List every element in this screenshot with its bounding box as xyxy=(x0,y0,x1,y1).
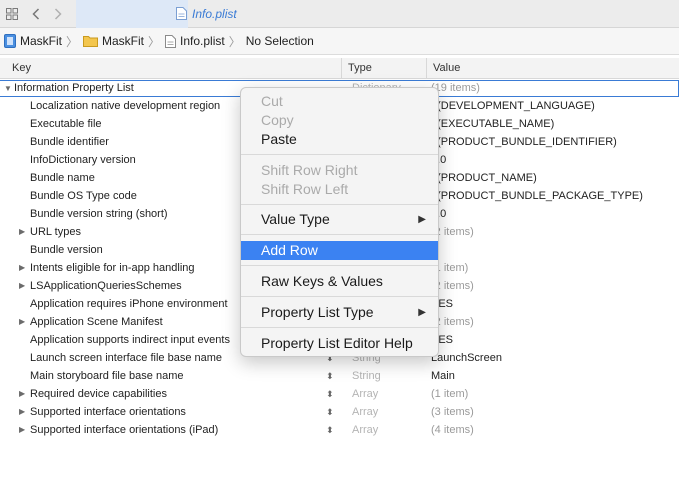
row-key: Supported interface orientations (iPad) xyxy=(30,424,219,436)
chevron-right-icon: 〉 xyxy=(228,34,241,49)
forward-icon[interactable] xyxy=(50,0,66,28)
row-value: $(PRODUCT_BUNDLE_IDENTIFIER) xyxy=(431,136,617,148)
row-key: Main storyboard file base name xyxy=(30,370,184,382)
breadcrumb-label: No Selection xyxy=(245,34,314,48)
table-row[interactable]: ▶ Supported interface orientations ⬍ Arr… xyxy=(0,403,679,421)
menu-separator xyxy=(241,234,438,235)
row-type: Array xyxy=(352,406,379,418)
type-stepper-icon[interactable]: ⬍ xyxy=(326,403,334,421)
menu-item-label: Property List Type xyxy=(261,304,374,320)
xcode-project-icon xyxy=(4,34,16,48)
menu-item-property-list-type[interactable]: Property List Type ▶ xyxy=(241,303,438,322)
row-key: Supported interface orientations xyxy=(30,406,186,418)
menu-item-value-type[interactable]: Value Type ▶ xyxy=(241,210,438,229)
menu-separator xyxy=(241,327,438,328)
menu-separator xyxy=(241,154,438,155)
plist-file-icon xyxy=(165,34,177,48)
plist-file-icon xyxy=(176,7,187,23)
submenu-arrow-icon: ▶ xyxy=(418,214,426,225)
row-value: (1 item) xyxy=(431,388,469,400)
type-stepper-icon[interactable]: ⬍ xyxy=(326,385,334,403)
disclosure-closed-icon[interactable]: ▶ xyxy=(19,403,25,421)
breadcrumb-project[interactable]: MaskFit 〉 xyxy=(4,33,83,50)
disclosure-open-icon[interactable]: ▼ xyxy=(4,81,12,96)
submenu-arrow-icon: ▶ xyxy=(418,307,426,318)
row-type: Array xyxy=(352,388,379,400)
row-value: LaunchScreen xyxy=(431,352,502,364)
row-key: Required device capabilities xyxy=(30,388,167,400)
row-type: Array xyxy=(352,424,379,436)
breadcrumb-group[interactable]: MaskFit 〉 xyxy=(83,33,165,50)
menu-item-cut[interactable]: Cut xyxy=(241,92,438,111)
tab-bar: Info.plist xyxy=(0,0,679,28)
row-key: Bundle version string (short) xyxy=(30,208,168,220)
type-stepper-icon[interactable]: ⬍ xyxy=(326,421,334,439)
menu-item-add-row[interactable]: Add Row xyxy=(241,241,438,260)
row-key: Localization native development region xyxy=(30,100,221,112)
column-header-value[interactable]: Value xyxy=(426,58,679,79)
table-row[interactable]: ▶ Supported interface orientations (iPad… xyxy=(0,421,679,439)
breadcrumb-label: MaskFit xyxy=(20,34,62,48)
row-key: Bundle identifier xyxy=(30,136,109,148)
jump-bar: MaskFit 〉 MaskFit 〉 Info.plist 〉 No Sele… xyxy=(0,28,679,55)
row-key: Bundle version xyxy=(30,244,103,256)
folder-icon xyxy=(83,35,99,47)
row-key: Application Scene Manifest xyxy=(30,316,163,328)
row-key: Bundle name xyxy=(30,172,95,184)
menu-separator xyxy=(241,296,438,297)
tab-title: Info.plist xyxy=(192,7,237,21)
breadcrumb-label: MaskFit xyxy=(102,34,145,48)
breadcrumb-file[interactable]: Info.plist 〉 xyxy=(165,33,246,50)
column-header-type[interactable]: Type xyxy=(341,58,426,79)
row-value: (3 items) xyxy=(431,406,474,418)
menu-item-paste[interactable]: Paste xyxy=(241,130,438,149)
row-key: Launch screen interface file base name xyxy=(30,352,223,364)
disclosure-closed-icon[interactable]: ▶ xyxy=(19,277,25,295)
row-value: $(EXECUTABLE_NAME) xyxy=(431,118,555,130)
row-value: (4 items) xyxy=(431,424,474,436)
menu-item-copy[interactable]: Copy xyxy=(241,111,438,130)
back-icon[interactable] xyxy=(28,0,44,28)
chevron-right-icon: 〉 xyxy=(66,34,79,49)
row-key: LSApplicationQueriesSchemes xyxy=(30,280,182,292)
context-menu: Cut Copy Paste Shift Row Right Shift Row… xyxy=(240,87,439,357)
menu-item-shift-row-right[interactable]: Shift Row Right xyxy=(241,161,438,180)
row-value: $(PRODUCT_NAME) xyxy=(431,172,537,184)
column-header-key[interactable]: Key xyxy=(6,58,31,79)
table-row[interactable]: ▶ Required device capabilities ⬍ Array (… xyxy=(0,385,679,403)
row-key: Executable file xyxy=(30,118,102,130)
row-key: InfoDictionary version xyxy=(30,154,136,166)
disclosure-closed-icon[interactable]: ▶ xyxy=(19,421,25,439)
row-key: Bundle OS Type code xyxy=(30,190,137,202)
tab-info-plist[interactable]: Info.plist xyxy=(76,0,237,28)
menu-separator xyxy=(241,204,438,205)
row-key: Application supports indirect input even… xyxy=(30,334,230,346)
menu-separator xyxy=(241,265,438,266)
row-key: Application requires iPhone environment xyxy=(30,298,228,310)
row-key: URL types xyxy=(30,226,81,238)
row-value: Main xyxy=(431,370,455,382)
grid-icon[interactable] xyxy=(2,0,22,28)
row-key: Intents eligible for in-app handling xyxy=(30,262,195,274)
disclosure-closed-icon[interactable]: ▶ xyxy=(19,259,25,277)
menu-item-label: Value Type xyxy=(261,211,330,227)
table-header: Key Type Value xyxy=(0,58,679,79)
table-row[interactable]: Main storyboard file base name ⬍ String … xyxy=(0,367,679,385)
row-value: $(DEVELOPMENT_LANGUAGE) xyxy=(431,100,595,112)
row-type: String xyxy=(352,370,381,382)
disclosure-closed-icon[interactable]: ▶ xyxy=(19,223,25,241)
type-stepper-icon[interactable]: ⬍ xyxy=(326,367,334,385)
row-value: $(PRODUCT_BUNDLE_PACKAGE_TYPE) xyxy=(431,190,643,202)
chevron-right-icon: 〉 xyxy=(148,34,161,49)
menu-item-editor-help[interactable]: Property List Editor Help xyxy=(241,334,438,353)
disclosure-closed-icon[interactable]: ▶ xyxy=(19,385,25,403)
menu-item-raw-keys-values[interactable]: Raw Keys & Values xyxy=(241,272,438,291)
row-key: Information Property List xyxy=(14,82,134,94)
breadcrumb-label: Info.plist xyxy=(180,34,225,48)
breadcrumb-selection[interactable]: No Selection xyxy=(246,34,314,48)
disclosure-closed-icon[interactable]: ▶ xyxy=(19,313,25,331)
menu-item-shift-row-left[interactable]: Shift Row Left xyxy=(241,180,438,199)
